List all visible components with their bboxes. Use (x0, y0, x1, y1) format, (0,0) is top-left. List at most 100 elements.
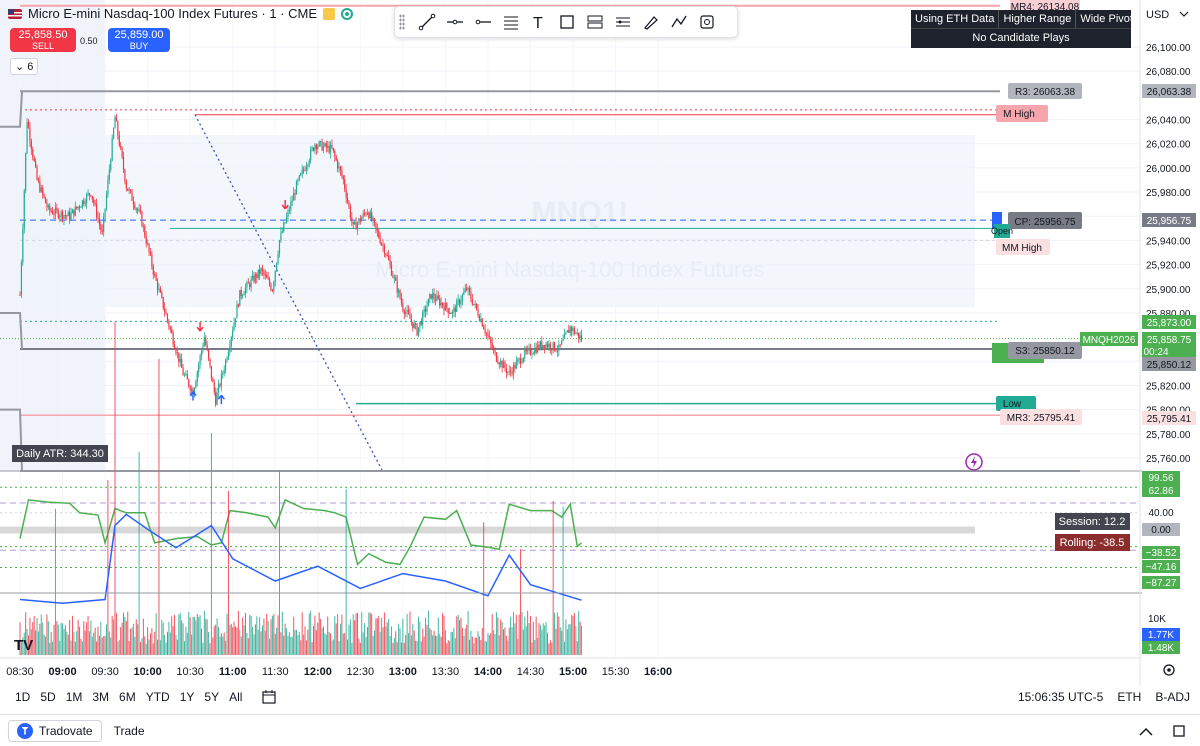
volume-bar (474, 637, 476, 655)
candle-body (531, 354, 533, 356)
candle-body (334, 151, 336, 157)
chevron-down-icon[interactable] (1179, 11, 1189, 17)
volume-bar (554, 612, 556, 655)
candle-body (563, 333, 566, 339)
sell-button[interactable]: 25,858.50 SELL (10, 28, 76, 52)
candle-body (134, 204, 136, 209)
calendar-icon[interactable] (261, 689, 277, 705)
volume-bar (541, 629, 543, 655)
settings-tool-icon[interactable] (695, 10, 719, 34)
horizontal-ray-tool-icon[interactable] (471, 10, 495, 34)
candle-body (310, 149, 312, 161)
volume-bar (311, 642, 313, 655)
candle-body (342, 176, 344, 180)
price-tick-label: 26,040.00 (1146, 116, 1191, 127)
rectangle-tool-icon[interactable] (555, 10, 579, 34)
eth-data-button[interactable]: Using ETH Data (911, 10, 1000, 28)
candle-body (511, 371, 513, 375)
adjustment-toggle[interactable]: B-ADJ (1155, 690, 1190, 704)
range-button-1d[interactable]: 1D (10, 690, 35, 704)
volume-bar (419, 621, 421, 655)
session-toggle[interactable]: ETH (1117, 690, 1141, 704)
higher-range-button[interactable]: Higher Range (999, 10, 1077, 28)
volume-bar (308, 613, 310, 655)
range-button-6m[interactable]: 6M (114, 690, 141, 704)
wide-pivots-button[interactable]: Wide Pivots (1076, 10, 1142, 28)
candle-body (206, 345, 208, 351)
volume-bar (276, 627, 278, 655)
volume-bar (176, 639, 178, 655)
indicators-collapse-button[interactable]: ⌄ 6 (10, 58, 39, 75)
broker-tab[interactable]: Tradovate (8, 719, 102, 742)
candle-body (573, 328, 576, 334)
volume-bar (303, 634, 305, 655)
clock-readout[interactable]: 15:06:35 UTC-5 (1018, 690, 1103, 704)
candle-body (317, 146, 319, 150)
maximize-icon[interactable] (1172, 724, 1186, 738)
candle-body (505, 368, 507, 373)
lightning-icon[interactable] (965, 453, 983, 471)
chevron-up-icon[interactable] (1138, 725, 1154, 737)
candle-body (156, 280, 159, 290)
range-button-5y[interactable]: 5Y (199, 690, 224, 704)
candle-body (356, 223, 359, 230)
volume-bar (246, 632, 248, 655)
oscillator-axis-label: 62.86 (1148, 486, 1173, 497)
candle-body (549, 343, 551, 350)
chart-canvas[interactable]: MNQ1! Micro E-mini Nasdaq-100 Index Futu… (0, 0, 1200, 686)
legend-header[interactable]: Micro E-mini Nasdaq-100 Index Futures · … (8, 6, 353, 21)
volume-bar (74, 641, 76, 655)
candle-body (61, 211, 64, 219)
range-button-1m[interactable]: 1M (61, 690, 88, 704)
trendline-tool-icon[interactable] (415, 10, 439, 34)
candle-body (83, 200, 85, 204)
trade-tab[interactable]: Trade (114, 724, 145, 738)
time-axis-settings-icon[interactable] (1163, 664, 1175, 676)
candle-body (239, 289, 241, 307)
volume-bar (186, 632, 188, 655)
volume-bar (487, 633, 489, 655)
svg-text:00:24: 00:24 (1143, 347, 1168, 358)
candle-body (348, 201, 350, 207)
volume-bar (148, 639, 150, 655)
range-button-1y[interactable]: 1Y (175, 690, 200, 704)
candle-body (461, 294, 464, 301)
buy-button[interactable]: 25,859.00 BUY (108, 28, 170, 52)
symbol-title[interactable]: Micro E-mini Nasdaq-100 Index Futures · … (28, 6, 317, 21)
text-tool-icon[interactable]: T (527, 10, 551, 34)
candle-body (173, 344, 176, 350)
fib-tool-icon[interactable] (499, 10, 523, 34)
price-axis-currency[interactable]: USD (1146, 9, 1169, 21)
volume-bar (37, 631, 39, 655)
price-tick-label: 25,940.00 (1146, 236, 1191, 247)
candle-body (450, 313, 452, 315)
drag-handle-icon[interactable] (399, 14, 405, 30)
drawing-toolbar[interactable]: T (394, 6, 738, 38)
volume-bar (290, 637, 292, 655)
candle-body (164, 308, 166, 313)
volume-bar (335, 623, 337, 655)
range-button-all[interactable]: All (224, 690, 247, 704)
volume-bar (525, 626, 527, 655)
flag-marker-icon[interactable] (322, 7, 335, 20)
volume-bar (115, 612, 117, 655)
candle-body (512, 365, 515, 375)
brush-tool-icon[interactable] (639, 10, 663, 34)
candle-body (477, 309, 479, 317)
candle-body (320, 141, 322, 143)
short-position-tool-icon[interactable] (611, 10, 635, 34)
range-button-ytd[interactable]: YTD (141, 690, 175, 704)
candle-body (254, 274, 256, 282)
candle-body (351, 217, 353, 222)
range-button-5d[interactable]: 5D (35, 690, 60, 704)
candle-body (552, 342, 554, 351)
candle-body (29, 127, 31, 142)
candle-body (131, 191, 133, 201)
path-tool-icon[interactable] (667, 10, 691, 34)
long-position-tool-icon[interactable] (583, 10, 607, 34)
horizontal-line-tool-icon[interactable] (443, 10, 467, 34)
volume-bar (114, 322, 116, 655)
candle-body (25, 153, 27, 191)
volume-bar (512, 611, 514, 655)
range-button-3m[interactable]: 3M (87, 690, 114, 704)
